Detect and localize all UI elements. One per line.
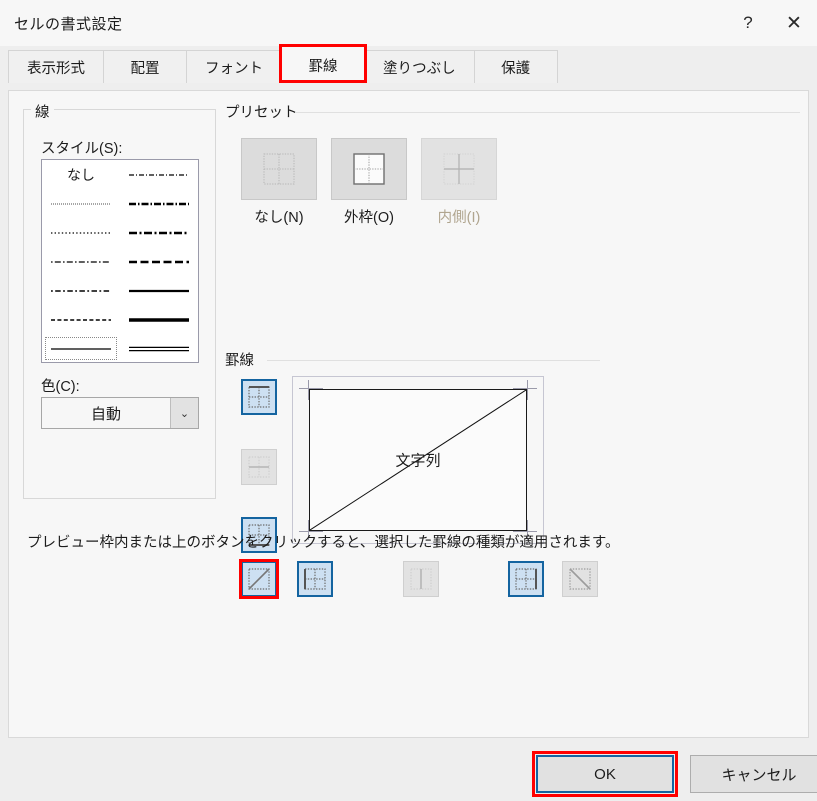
line-color-value: 自動 xyxy=(90,405,121,423)
border-right-icon xyxy=(515,568,537,590)
preview-cell[interactable]: 文字列 xyxy=(309,389,527,531)
style-option-solid-thick[interactable] xyxy=(120,305,198,334)
border-label: 罫線 xyxy=(221,349,258,370)
style-option-dash-dot-thin-2[interactable] xyxy=(42,276,120,305)
border-middle-vertical-icon xyxy=(410,568,432,590)
style-line-preview xyxy=(51,289,111,292)
dialog-footer: OK キャンセル xyxy=(0,745,817,801)
tab-label: 塗りつぶし xyxy=(383,60,456,77)
preset-none-label: なし(N) xyxy=(254,210,304,226)
preset-divider xyxy=(295,112,800,113)
border-diagonal-down-icon xyxy=(569,568,591,590)
tab-alignment[interactable]: 配置 xyxy=(103,50,187,83)
border-diagonal-up-icon xyxy=(248,568,270,590)
tab-label: 保護 xyxy=(501,60,531,77)
preset-label: プリセット xyxy=(221,101,302,122)
color-label: 色(C): xyxy=(37,375,84,396)
style-option-dash-dot-thin[interactable] xyxy=(42,247,120,276)
tab-number-format[interactable]: 表示形式 xyxy=(8,50,104,83)
border-top-button[interactable] xyxy=(241,379,277,415)
style-option-solid-medium[interactable] xyxy=(120,276,198,305)
preset-none[interactable]: なし(N) xyxy=(241,138,317,227)
style-option-none[interactable]: なし xyxy=(42,160,120,189)
chevron-down-icon[interactable]: ⌄ xyxy=(170,398,198,428)
title-bar: セルの書式設定 ? ✕ xyxy=(0,0,817,46)
style-line-preview xyxy=(129,346,189,351)
border-divider xyxy=(267,360,600,361)
preset-inside[interactable]: 内側(I) xyxy=(421,138,497,227)
style-selection-ring xyxy=(45,337,117,360)
tab-strip: 表示形式 配置 フォント 罫線 塗りつぶし 保護 xyxy=(0,44,817,83)
border-middle-horizontal-icon xyxy=(248,456,270,478)
tab-fill[interactable]: 塗りつぶし xyxy=(364,50,475,83)
ok-button-label: OK xyxy=(594,765,616,783)
tab-label: 配置 xyxy=(130,60,160,77)
preview-tick xyxy=(527,380,528,400)
style-line-preview xyxy=(51,318,111,321)
preset-outline-button[interactable] xyxy=(331,138,407,200)
style-line-preview xyxy=(129,202,189,205)
border-right-button[interactable] xyxy=(508,561,544,597)
style-option-dash-dot-medium[interactable] xyxy=(120,218,198,247)
cancel-button[interactable]: キャンセル xyxy=(690,755,817,793)
preset-inside-button[interactable] xyxy=(421,138,497,200)
preset-none-button[interactable] xyxy=(241,138,317,200)
tab-protection[interactable]: 保護 xyxy=(473,50,558,83)
line-style-list[interactable]: なし xyxy=(41,159,199,363)
style-line-preview xyxy=(129,289,189,292)
tab-label: 罫線 xyxy=(308,58,338,75)
style-option-dotted[interactable] xyxy=(42,218,120,247)
preset-inside-icon xyxy=(443,153,475,185)
style-option-dashed-thin[interactable] xyxy=(42,305,120,334)
border-diagonal-up-button[interactable] xyxy=(239,559,279,599)
preset-outline[interactable]: 外枠(O) xyxy=(331,138,407,227)
border-preview-box[interactable]: 文字列 xyxy=(292,376,544,544)
tab-label: 表示形式 xyxy=(27,60,85,77)
ok-button[interactable]: OK xyxy=(532,751,678,797)
dialog-body: 線 スタイル(S): なし 色(C): 自動 ⌄ プリセット なし(N) 外枠(… xyxy=(8,90,809,738)
style-option-solid-thin[interactable] xyxy=(42,334,120,363)
border-middle-vertical-button[interactable] xyxy=(403,561,439,597)
border-left-icon xyxy=(304,568,326,590)
preset-none-icon xyxy=(263,153,295,185)
preview-text: 文字列 xyxy=(395,452,441,470)
hint-text: プレビュー枠内または上のボタンをクリックすると、選択した罫線の種類が適用されます… xyxy=(27,535,620,551)
help-icon[interactable]: ? xyxy=(725,0,771,46)
style-line-preview xyxy=(51,203,111,204)
preset-outline-icon xyxy=(353,153,385,185)
border-left-button[interactable] xyxy=(297,561,333,597)
style-line-preview xyxy=(51,231,111,234)
border-diagonal-down-button[interactable] xyxy=(562,561,598,597)
close-icon[interactable]: ✕ xyxy=(771,0,817,46)
style-label: スタイル(S): xyxy=(37,137,127,158)
border-top-icon xyxy=(248,386,270,408)
style-line-preview xyxy=(51,260,111,263)
tab-font[interactable]: フォント xyxy=(186,50,282,83)
style-line-preview xyxy=(129,231,189,234)
style-line-preview xyxy=(129,317,189,322)
cancel-button-label: キャンセル xyxy=(721,766,797,784)
style-line-preview xyxy=(129,260,189,263)
style-option-double[interactable] xyxy=(120,334,198,363)
tab-border[interactable]: 罫線 xyxy=(279,44,367,83)
border-middle-horizontal-button[interactable] xyxy=(241,449,277,485)
style-option-dotted-fine[interactable] xyxy=(42,189,120,218)
preset-outline-label: 外枠(O) xyxy=(344,210,394,226)
window-title: セルの書式設定 xyxy=(14,15,123,33)
line-group-label: 線 xyxy=(31,101,54,122)
preset-inside-label: 内側(I) xyxy=(437,210,481,226)
style-option-dash-dot-dot-medium[interactable] xyxy=(120,189,198,218)
style-none-label: なし xyxy=(67,166,95,183)
line-color-dropdown[interactable]: 自動 ⌄ xyxy=(41,397,199,429)
style-line-preview xyxy=(129,173,189,176)
style-option-dash-dot-dot-thin[interactable] xyxy=(120,160,198,189)
style-option-dashed-medium[interactable] xyxy=(120,247,198,276)
tab-label: フォント xyxy=(205,60,263,77)
